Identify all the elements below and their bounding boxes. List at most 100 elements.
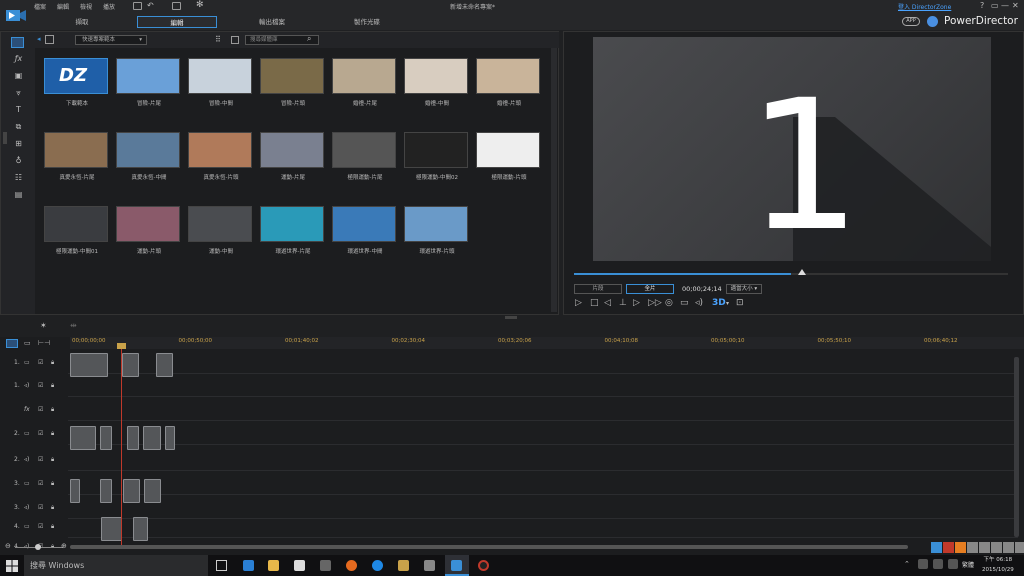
audio-mixing-icon[interactable]: ⊞ xyxy=(13,139,24,149)
restore-icon[interactable]: ▭ xyxy=(991,1,999,10)
movie-mode-button[interactable]: 全片 xyxy=(626,284,674,294)
arrow-left-icon[interactable]: ◂ xyxy=(37,35,41,43)
track-lock-icon[interactable]: 🔒︎ xyxy=(51,430,54,438)
ime-tool2-icon[interactable] xyxy=(979,542,990,553)
settings-gear-icon[interactable]: ✻ xyxy=(196,0,204,10)
grid-view-icon[interactable]: ⠿ xyxy=(215,35,221,44)
ime-tool4-icon[interactable] xyxy=(1003,542,1014,553)
track-enable-checkbox[interactable]: ☑ xyxy=(38,359,43,366)
timeline-clip[interactable] xyxy=(101,517,122,541)
menu-file[interactable]: 檔案 xyxy=(34,2,46,11)
menu-play[interactable]: 播放 xyxy=(103,2,115,11)
track-header[interactable]: 2. ▭ ☑ 🔒︎ xyxy=(0,430,68,452)
ime-label[interactable]: 繁體 xyxy=(962,560,974,569)
tray-chevron-icon[interactable]: ⌃ xyxy=(904,560,910,568)
track-lock-icon[interactable]: 🔒︎ xyxy=(51,480,54,488)
windows-start-icon[interactable] xyxy=(6,560,18,572)
timeline-clip[interactable] xyxy=(70,426,96,450)
timeline-clip[interactable] xyxy=(133,517,148,541)
track-enable-checkbox[interactable]: ☑ xyxy=(38,406,43,413)
acrobat-icon[interactable] xyxy=(398,560,409,571)
chevron-down-icon[interactable]: ▾ xyxy=(726,300,729,307)
library-item[interactable]: 冒險-中間 xyxy=(188,58,254,107)
timeline-clip[interactable] xyxy=(122,353,139,377)
timeline-clip[interactable] xyxy=(100,479,112,503)
collapse-handle[interactable] xyxy=(3,132,7,144)
library-item[interactable]: 運動-中間 xyxy=(188,206,254,255)
track-header[interactable]: 2. ◃) ☑ 🔒︎ xyxy=(0,456,68,478)
track-lock-icon[interactable]: 🔒︎ xyxy=(51,456,54,464)
track-lock-icon[interactable]: 🔒︎ xyxy=(51,504,54,512)
app2-icon[interactable] xyxy=(478,560,489,571)
timeline-clip[interactable] xyxy=(100,426,112,450)
fit-timeline-icon[interactable]: ⇹ xyxy=(70,321,77,330)
seek-slider-handle[interactable] xyxy=(797,269,806,275)
library-item[interactable]: 運動-片頭 xyxy=(116,206,182,255)
timeline-ruler[interactable]: 00;00;00;00 00;00;50;00 00;01;40;02 00;02;3… xyxy=(70,337,1024,349)
file-explorer-icon[interactable] xyxy=(268,560,279,571)
edge-icon[interactable] xyxy=(243,560,254,571)
timeline-hscrollbar[interactable] xyxy=(70,545,908,549)
undock-icon[interactable]: ⊡ xyxy=(736,298,744,308)
zoom-out-icon[interactable]: ⊖ xyxy=(5,542,11,550)
app-logo-icon[interactable] xyxy=(6,7,26,23)
close-icon[interactable]: ✕ xyxy=(1012,1,1019,10)
zoom-in-icon[interactable]: ⊕ xyxy=(61,542,67,550)
clip-mode-button[interactable]: 片段 xyxy=(574,284,622,294)
fit-dropdown[interactable]: 適當大小 ▾ xyxy=(725,284,763,294)
track-header[interactable]: 1. ▭ ☑ 🔒︎ xyxy=(0,359,68,381)
ime-tool-icon[interactable] xyxy=(967,542,978,553)
search-icon[interactable]: ⌕ xyxy=(307,34,311,44)
track-enable-checkbox[interactable]: ☑ xyxy=(38,504,43,511)
unity-icon[interactable] xyxy=(320,560,331,571)
track-manager-icon[interactable]: ⊢⊣ xyxy=(38,339,50,347)
playhead[interactable] xyxy=(121,345,122,545)
import-icon[interactable] xyxy=(45,35,54,44)
track-enable-checkbox[interactable]: ☑ xyxy=(38,480,43,487)
library-scrollbar[interactable] xyxy=(551,48,557,312)
timeline-clip[interactable] xyxy=(70,479,80,503)
volume-tray-icon[interactable] xyxy=(948,559,958,569)
next-frame-icon[interactable]: ▷ xyxy=(633,298,640,308)
ie-icon[interactable] xyxy=(372,560,383,571)
tab-produce[interactable]: 輸出檔案 xyxy=(232,16,312,28)
save-icon[interactable] xyxy=(133,2,142,10)
previous-frame-icon[interactable]: ◁ xyxy=(604,298,611,308)
volume-icon[interactable]: ◃) xyxy=(695,298,703,308)
app-button[interactable]: APP xyxy=(902,17,920,26)
minimize-icon[interactable]: — xyxy=(1001,1,1009,10)
track-lock-icon[interactable]: 🔒︎ xyxy=(51,359,54,367)
tools-icon[interactable]: ✶ xyxy=(40,321,47,330)
track-enable-checkbox[interactable]: ☑ xyxy=(38,382,43,389)
ime-tool5-icon[interactable] xyxy=(1015,542,1024,553)
track-enable-checkbox[interactable]: ☑ xyxy=(38,523,43,530)
library-item[interactable]: 冒險-片尾 xyxy=(116,58,182,107)
track-header[interactable]: fx ☑ 🔒︎ xyxy=(0,406,68,428)
library-item[interactable]: 婚禮-片頭 xyxy=(476,58,542,107)
transition-room-icon[interactable]: ⧉ xyxy=(13,122,24,132)
snapshot-icon[interactable]: ◎ xyxy=(665,298,673,308)
menu-view[interactable]: 檢視 xyxy=(80,2,92,11)
subtitle-room-icon[interactable]: ▤ xyxy=(13,190,24,200)
library-item[interactable]: 極限運動-中間02 xyxy=(404,132,470,181)
library-item[interactable]: 運動-片尾 xyxy=(260,132,326,181)
firefox-icon[interactable] xyxy=(346,560,357,571)
help-icon[interactable]: ? xyxy=(980,1,984,10)
library-item[interactable]: DZ 下載範本 xyxy=(44,58,110,107)
voice-over-icon[interactable]: ♁ xyxy=(13,156,24,166)
zoom-slider-handle[interactable] xyxy=(35,544,41,550)
split-icon[interactable]: ⊥ xyxy=(619,298,627,308)
timecode[interactable]: 00;00;24;14 xyxy=(682,285,722,293)
login-link[interactable]: 登入 DirectorZone xyxy=(898,2,951,11)
library-item[interactable]: 真愛永恆-片頭 xyxy=(188,132,254,181)
ime-mode-icon[interactable] xyxy=(931,542,942,553)
3d-mode-button[interactable]: 3D xyxy=(712,298,726,308)
fast-forward-icon[interactable]: ▷▷ xyxy=(648,298,662,308)
store-icon[interactable] xyxy=(294,560,305,571)
stop-icon[interactable]: □ xyxy=(590,298,599,308)
tray-icon[interactable] xyxy=(918,559,928,569)
timeline-view-icon[interactable] xyxy=(6,339,18,348)
playhead-marker[interactable] xyxy=(117,343,126,349)
timeline-clip[interactable] xyxy=(127,426,139,450)
storyboard-view-icon[interactable]: ▭ xyxy=(24,339,31,347)
